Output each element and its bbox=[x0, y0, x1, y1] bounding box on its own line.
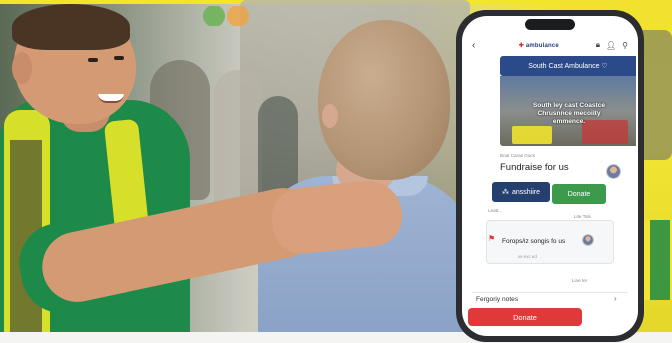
paramedic-ear bbox=[12, 52, 32, 84]
donate-button-small[interactable]: Donate bbox=[552, 184, 606, 204]
caption-right: Lite Tols bbox=[574, 214, 591, 219]
app-logo: ✚ ambulance bbox=[488, 42, 590, 49]
fundraise-heading: Fundraise for us bbox=[500, 162, 569, 173]
logo-cross-icon: ✚ bbox=[518, 42, 524, 49]
chevron-right-icon: › bbox=[614, 294, 617, 303]
pin-icon: ⚑ bbox=[488, 234, 496, 243]
card-text: Forops/iz songis fo us bbox=[502, 238, 566, 245]
woman-ear bbox=[322, 104, 338, 128]
phone-screen: ‹ ✚ ambulance 🔒︎ 👤︎ ⚲ South Cast Ambulan… bbox=[462, 16, 638, 336]
background-traffic-light bbox=[196, 6, 256, 26]
card-subtext: ve exc ed bbox=[518, 254, 537, 259]
phone-notch bbox=[525, 19, 575, 30]
card-footer: Line ter bbox=[572, 278, 588, 283]
app-header: ‹ ✚ ambulance 🔒︎ 👤︎ ⚲ bbox=[462, 34, 638, 56]
lock-icon[interactable]: 🔒︎ bbox=[596, 40, 600, 50]
card-avatar bbox=[582, 234, 594, 246]
logo-text: ambulance bbox=[525, 42, 559, 49]
paramedic-eye bbox=[88, 58, 98, 62]
paramedic-eye bbox=[114, 56, 124, 60]
donate-button[interactable]: Donate bbox=[468, 308, 582, 326]
hero-title: South Cast Ambulance ♡ bbox=[500, 56, 636, 76]
user-icon[interactable]: 👤︎ bbox=[606, 41, 616, 50]
share-button[interactable]: ⁂ ansshiire bbox=[492, 182, 550, 202]
share-icon: ⁂ bbox=[501, 189, 509, 196]
arrow-left-icon[interactable]: ‹ bbox=[472, 40, 482, 51]
avatar bbox=[606, 164, 621, 179]
emergency-row-label: Fergoriy notes bbox=[476, 296, 519, 303]
paramedic-hair bbox=[12, 4, 130, 50]
person-icon[interactable]: ⚲ bbox=[622, 41, 628, 50]
donate-button-label: Donate bbox=[513, 312, 537, 322]
woman-hair bbox=[318, 20, 450, 180]
hero-overlay-text: South ley cast Coastce Chrusnnce mecoiit… bbox=[532, 102, 606, 125]
hero-ambulance bbox=[512, 126, 552, 144]
caption-left: Leatt... bbox=[488, 208, 503, 213]
donate-button-small-label: Donate bbox=[567, 190, 591, 198]
smartphone: ‹ ✚ ambulance 🔒︎ 👤︎ ⚲ South Cast Ambulan… bbox=[456, 10, 644, 342]
section-label: Boat Caras Gucs bbox=[500, 153, 535, 158]
share-button-label: ansshiire bbox=[511, 188, 540, 196]
